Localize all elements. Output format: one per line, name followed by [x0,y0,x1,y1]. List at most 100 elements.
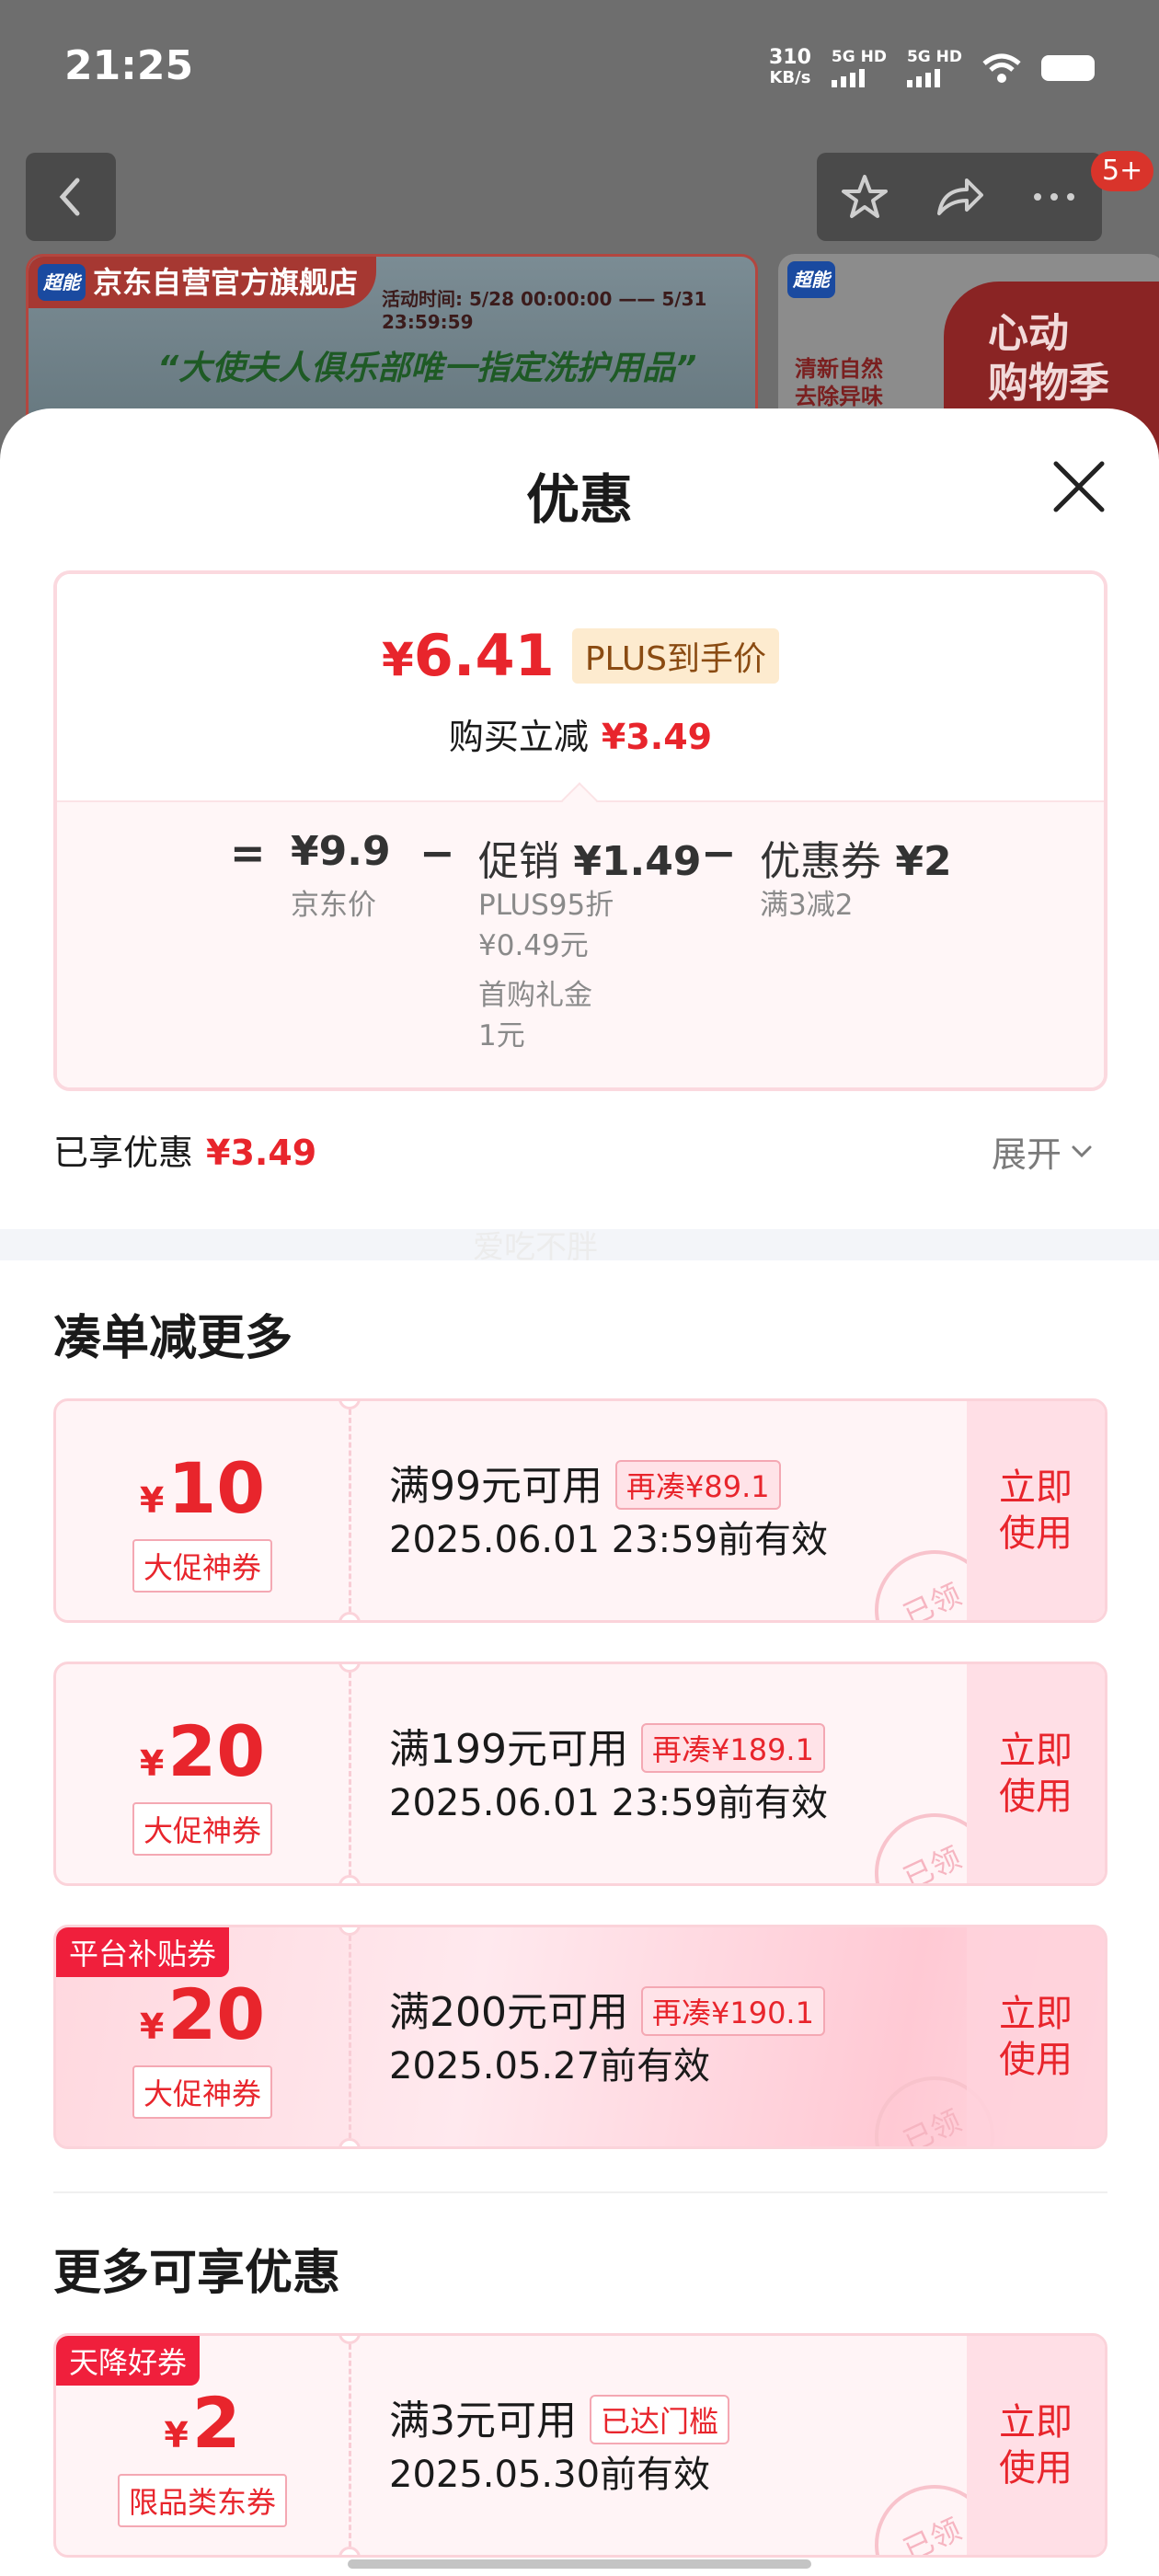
signal-icon: 5G HD [906,47,962,87]
promo-value: ¥1.49 [573,838,702,885]
coupon-gap-tag: 再凑¥189.1 [640,1723,825,1773]
price-formula: = ¥9.9 京东价 − 促销 ¥1.49 PLUS95折 ¥0.49元 首购礼… [57,800,1104,1087]
top-actions [817,153,1102,241]
signal-icon: 5G HD [831,47,887,87]
side-text-2: 去除异味 [795,384,883,409]
use-label-2: 使用 [999,1776,1073,1818]
coupon-detail: 满3减2 [760,889,854,922]
promo-detail-1: PLUS95折 [478,889,614,922]
equals-sign: = [230,828,266,878]
coupon-separator [349,1664,351,1883]
coupon-card: ¥20 大促神券 满199元可用 再凑¥189.1 2025.06.01 23:5… [53,1662,1107,1886]
star-icon[interactable] [837,169,892,224]
coupon-amount-value: 10 [167,1447,266,1529]
use-label-2: 使用 [999,2039,1073,2081]
coupon-gap-tag: 再凑¥89.1 [615,1460,781,1510]
enjoyed-amount: ¥3.49 [206,1133,317,1173]
coupon-validity: 2025.06.01 23:59前有效 [389,1782,829,1824]
coupon-value-area: ¥20 大促神券 [56,1664,349,1883]
sheet-title: 优惠 [525,468,633,531]
use-now-button[interactable]: 立即 使用 [967,1401,1105,1620]
sim1-label: 5G HD [831,47,887,66]
use-label-1: 立即 [999,1730,1073,1772]
coupon-type: 大促神券 [132,1802,273,1856]
coupon-condition: 满200元可用 再凑¥190.1 [389,1979,825,2040]
final-price-symbol: ¥ [381,633,414,686]
coupon-discount: 优惠券 ¥2 [760,828,952,887]
expand-label: 展开 [992,1134,1062,1175]
final-price-row: ¥6.41 PLUS到手价 [57,622,1104,689]
coupon-amount: ¥20 [56,1712,349,1803]
coupon-currency: ¥ [139,1480,165,1521]
network-speed-unit: KB/s [769,68,811,87]
coupon-notch [339,2138,361,2146]
use-label-1: 立即 [999,2401,1073,2444]
back-button[interactable] [26,153,116,241]
side-banner-text: 清新自然 去除异味 [795,355,883,410]
status-time: 21:25 [64,42,194,89]
coupon-type: 限品类东券 [117,2474,288,2527]
promo-detail-3: 首购礼金 [478,979,592,1012]
coupon-validity: 2025.05.30前有效 [389,2454,711,2496]
use-now-button[interactable]: 立即 使用 [967,1927,1105,2146]
side-text-1: 清新自然 [795,356,883,382]
coupon-condition-text: 满199元可用 [389,1726,628,1773]
coupon-condition: 满199元可用 再凑¥189.1 [389,1716,825,1777]
sim2-label: 5G HD [906,47,962,66]
coupon-currency: ¥ [139,1743,165,1784]
coupon-condition-text: 满3元可用 [389,2398,577,2444]
instant-cut-row: 购买立减 ¥3.49 [57,708,1104,759]
watermark-text: 爱吃不胖 [473,1229,598,1266]
final-price-value: 6.41 [413,622,555,689]
plus-price-tag: PLUS到手价 [571,627,780,684]
wifi-icon [982,53,1021,83]
coupon-card: ¥10 大促神券 满99元可用 再凑¥89.1 2025.06.01 23:59前… [53,1398,1107,1623]
instant-cut-label: 购买立减 [448,717,589,757]
use-now-button[interactable]: 立即 使用 [967,2336,1105,2555]
coupon-value: ¥2 [895,838,952,885]
brand-logo: 超能 [787,261,835,298]
coupon-type: 大促神券 [132,1539,273,1593]
section-title-more-benefits: 更多可享优惠 [53,2246,341,2301]
coupon-amount: ¥10 [56,1449,349,1540]
coupon-value-area: ¥10 大促神券 [56,1401,349,1620]
coupon-notch [339,1612,361,1620]
coupon-notch [339,1875,361,1883]
coupon-amount: ¥2 [56,2384,349,2475]
close-icon[interactable] [1052,460,1106,513]
back-icon [59,178,80,216]
coupon-amount-value: 20 [167,1710,266,1792]
use-label-2: 使用 [999,1512,1073,1555]
brand-logo: 超能 [38,264,86,301]
more-icon[interactable] [1027,169,1082,224]
share-icon[interactable] [932,169,987,224]
coupon-separator [349,2336,351,2555]
expand-button[interactable]: 展开 [992,1126,1095,1177]
coupon-separator [349,1401,351,1620]
promo-label: 促销 [478,838,559,885]
coupon-separator [349,1927,351,2146]
enjoyed-discount-row: 已享优惠 ¥3.49 [53,1124,316,1175]
coupon-type: 大促神券 [132,2065,273,2119]
use-label-2: 使用 [999,2447,1073,2490]
promo-detail-2: ¥0.49元 [478,929,589,962]
coupon-label: 优惠券 [760,838,881,885]
use-now-button[interactable]: 立即 使用 [967,1664,1105,1883]
network-speed: 310 KB/s [769,48,811,88]
home-indicator[interactable] [348,2559,811,2569]
coupon-condition-text: 满200元可用 [389,1989,628,2036]
jd-price-label: 京东价 [291,889,376,922]
notification-badge: 5+ [1091,151,1154,191]
coupon-card: ¥2 限品类东券 天降好券 满3元可用 已达门槛 2025.05.30前有效 已领… [53,2333,1107,2558]
use-label-1: 立即 [999,1993,1073,2035]
threshold-met-tag: 已达门槛 [590,2395,730,2444]
price-summary: ¥6.41 PLUS到手价 购买立减 ¥3.49 [57,574,1104,800]
background-page: 21:25 310 KB/s 5G HD 5G HD 5+ 京东自营官方旗舰店 … [0,0,1159,478]
coupon-tag: 平台补贴券 [56,1927,230,1977]
chevron-down-icon [1072,1145,1092,1157]
minus-sign: − [701,828,737,878]
jd-price-value: ¥9.9 [291,828,391,875]
minus-sign: − [419,828,455,878]
coupon-tag: 天降好券 [56,2336,201,2386]
coupon-condition-text: 满99元可用 [389,1463,602,1510]
